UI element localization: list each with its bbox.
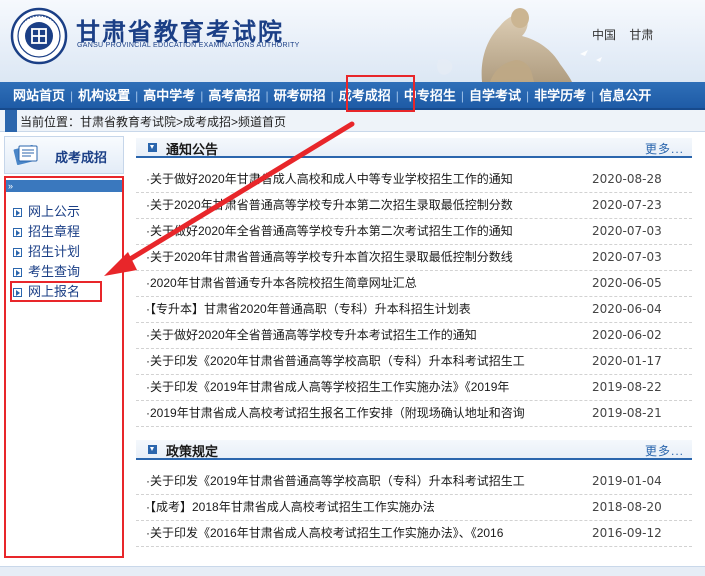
- news-title-link[interactable]: ·关于印发《2019年甘肃省成人高等学校招生工作实施办法》《2019年: [146, 375, 546, 400]
- notices-header: 通知公告 更多...: [136, 138, 692, 158]
- list-item: ·关于做好2020年全省普通高等学校专升本考试招生工作的通知 2020-06-02: [136, 323, 692, 349]
- list-item: ·2020年甘肃省普通专升本各院校招生简章网址汇总 2020-06-05: [136, 271, 692, 297]
- footer-strip: [0, 566, 705, 576]
- notices-title: 通知公告: [166, 142, 219, 157]
- breadcrumb-accent: [5, 110, 17, 132]
- news-title-link[interactable]: ·【专升本】甘肃省2020年普通高职（专科）升本科招生计划表: [146, 297, 546, 322]
- policies-header-bg: [136, 440, 692, 458]
- news-title-link[interactable]: ·关于2020年甘肃省普通高等学校专升本首次招生录取最低控制分数线: [146, 245, 546, 270]
- policies-header: 政策规定 更多...: [136, 440, 692, 460]
- list-item: ·关于做好2020年全省普通高等学校专升本第二次考试招生工作的通知 2020-07…: [136, 219, 692, 245]
- mother-yellow-river-statue: [437, 8, 602, 82]
- news-date: 2019-08-21: [592, 406, 662, 420]
- news-date: 2020-06-04: [592, 302, 662, 316]
- news-title-link[interactable]: ·关于做好2020年全省普通高等学校专升本考试招生工作的通知: [146, 323, 546, 348]
- region-link-gansu[interactable]: 甘肃: [629, 28, 653, 42]
- news-date: 2018-08-20: [592, 500, 662, 514]
- nav-item-gaokao[interactable]: 高考高招: [203, 82, 265, 110]
- news-title-link[interactable]: ·关于印发《2019年甘肃省普通高等学校高职（专科）升本科考试招生工: [146, 469, 546, 494]
- policies-title: 政策规定: [166, 444, 219, 459]
- nav-item-non-degree[interactable]: 非学历考: [529, 82, 591, 110]
- policies-more-link[interactable]: 更多...: [645, 442, 684, 459]
- news-title-link[interactable]: ·关于印发《2016年甘肃省成人高校考试招生工作实施办法》、《2016: [146, 521, 546, 546]
- news-date: 2020-08-28: [592, 172, 662, 186]
- book-icon: [13, 145, 38, 165]
- list-item: ·关于印发《2016年甘肃省成人高校考试招生工作实施办法》、《2016 2016-…: [136, 521, 692, 547]
- news-title-link[interactable]: ·关于印发《2020年甘肃省普通高等学校高职（专科）升本科考试招生工: [146, 349, 546, 374]
- sidebar-highlight-frame: [4, 176, 124, 558]
- region-links: 中国 甘肃: [592, 26, 663, 43]
- news-title-link[interactable]: ·关于做好2020年全省普通高等学校专升本第二次考试招生工作的通知: [146, 219, 546, 244]
- news-date: 2019-01-04: [592, 474, 662, 488]
- region-link-china[interactable]: 中国: [592, 28, 616, 42]
- nav-item-high-school-exam[interactable]: 高中学考: [138, 82, 200, 110]
- exam-authority-seal-icon[interactable]: [10, 7, 68, 65]
- list-item: ·【成考】2018年甘肃省成人高校考试招生工作实施办法 2018-08-20: [136, 495, 692, 521]
- breadcrumb[interactable]: 当前位置：甘肃省教育考试院>成考成招>频道首页: [20, 113, 286, 130]
- sidebar-header: 成考成招: [4, 136, 124, 174]
- nav-item-organization[interactable]: 机构设置: [73, 82, 135, 110]
- news-date: 2020-07-23: [592, 198, 662, 212]
- nav-item-home[interactable]: 网站首页: [8, 82, 70, 110]
- site-header: 甘肃省教育考试院 GANSU PROVINCIAL EDUCATION EXAM…: [0, 0, 705, 82]
- list-item: ·关于印发《2019年甘肃省普通高等学校高职（专科）升本科考试招生工 2019-0…: [136, 469, 692, 495]
- news-title-link[interactable]: ·2020年甘肃省普通专升本各院校招生简章网址汇总: [146, 271, 546, 296]
- news-date: 2020-07-03: [592, 250, 662, 264]
- nav-item-self-study[interactable]: 自学考试: [464, 82, 526, 110]
- list-item: ·关于2020年甘肃省普通高等学校专升本首次招生录取最低控制分数线 2020-07…: [136, 245, 692, 271]
- notices-more-link[interactable]: 更多...: [645, 140, 684, 157]
- news-date: 2020-01-17: [592, 354, 662, 368]
- news-title-link[interactable]: ·2019年甘肃省成人高校考试招生报名工作安排（附现场确认地址和咨询: [146, 401, 546, 426]
- list-item: ·关于印发《2020年甘肃省普通高等学校高职（专科）升本科考试招生工 2020-0…: [136, 349, 692, 375]
- nav-item-postgraduate[interactable]: 研考研招: [269, 82, 331, 110]
- section-arrow-icon: [148, 143, 157, 152]
- news-date: 2020-07-03: [592, 224, 662, 238]
- site-subtitle: GANSU PROVINCIAL EDUCATION EXAMINATIONS …: [77, 42, 300, 49]
- news-date: 2020-06-05: [592, 276, 662, 290]
- list-item: ·【专升本】甘肃省2020年普通高职（专科）升本科招生计划表 2020-06-04: [136, 297, 692, 323]
- registration-highlight-box: [10, 281, 102, 302]
- notices-header-bg: [136, 138, 692, 156]
- news-title-link[interactable]: ·关于做好2020年甘肃省成人高校和成人中等专业学校招生工作的通知: [146, 167, 546, 192]
- section-arrow-icon: [148, 445, 157, 454]
- policies-list: ·关于印发《2019年甘肃省普通高等学校高职（专科）升本科考试招生工 2019-0…: [136, 469, 692, 547]
- sidebar-title: 成考成招: [55, 150, 108, 165]
- news-title-link[interactable]: ·关于2020年甘肃省普通高等学校专升本第二次招生录取最低控制分数: [146, 193, 546, 218]
- news-date: 2016-09-12: [592, 526, 662, 540]
- news-title-link[interactable]: ·【成考】2018年甘肃省成人高校考试招生工作实施办法: [146, 495, 546, 520]
- list-item: ·关于印发《2019年甘肃省成人高等学校招生工作实施办法》《2019年 2019-…: [136, 375, 692, 401]
- list-item: ·关于做好2020年甘肃省成人高校和成人中等专业学校招生工作的通知 2020-08…: [136, 167, 692, 193]
- news-date: 2020-06-02: [592, 328, 662, 342]
- nav-highlight-box: [346, 75, 415, 112]
- nav-item-info-disclosure[interactable]: 信息公开: [594, 82, 656, 110]
- list-item: ·关于2020年甘肃省普通高等学校专升本第二次招生录取最低控制分数 2020-07…: [136, 193, 692, 219]
- list-item: ·2019年甘肃省成人高校考试招生报名工作安排（附现场确认地址和咨询 2019-0…: [136, 401, 692, 427]
- notices-list: ·关于做好2020年甘肃省成人高校和成人中等专业学校招生工作的通知 2020-08…: [136, 167, 692, 427]
- news-date: 2019-08-22: [592, 380, 662, 394]
